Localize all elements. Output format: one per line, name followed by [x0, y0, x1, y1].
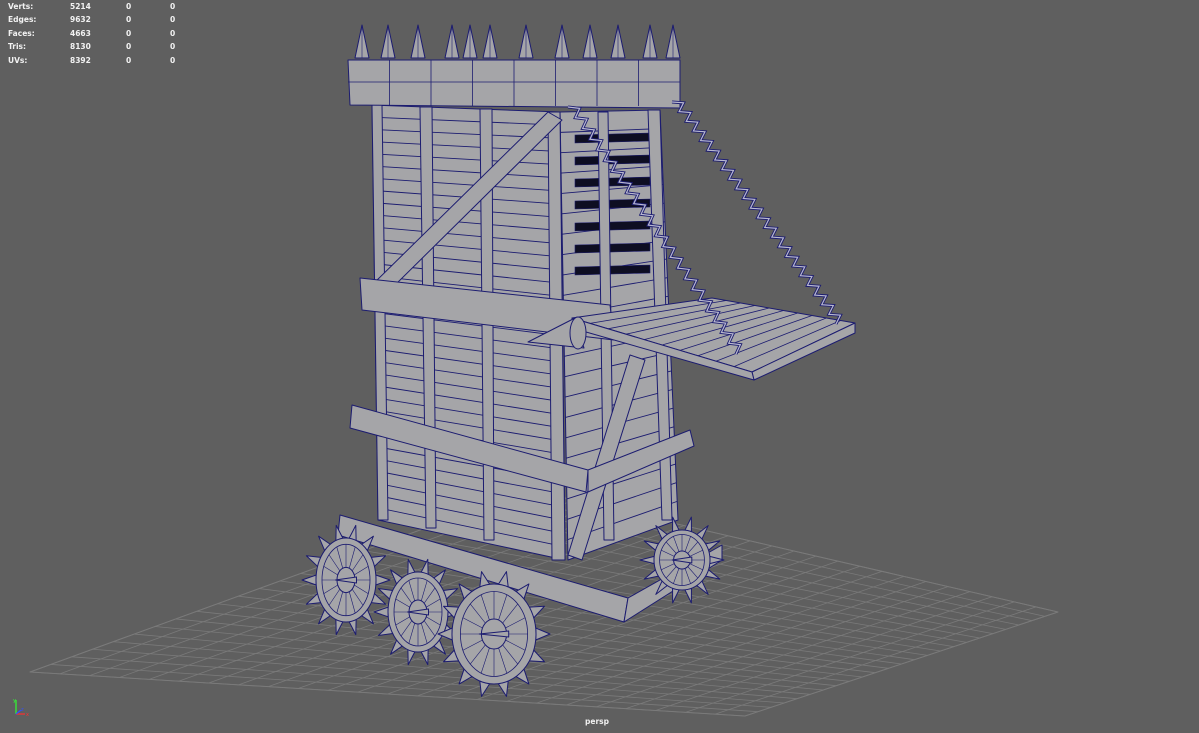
hud-value: 0 — [170, 2, 176, 11]
hud-row-edges: Edges: 9632 0 0 — [8, 13, 190, 26]
ram-hub — [569, 316, 587, 350]
plank-gap — [574, 154, 651, 166]
hud-value: 0 — [170, 55, 176, 65]
hud-label: Edges: — [8, 15, 37, 25]
plank-gap — [574, 132, 651, 144]
hud-value: 8130 — [70, 42, 91, 52]
hud-value: 8392 — [70, 55, 91, 65]
hud-label: Verts: — [8, 2, 34, 11]
hud-value: 0 — [126, 55, 132, 65]
hud-value: 0 — [126, 28, 132, 38]
hud-value: 4663 — [70, 28, 91, 38]
scene-canvas[interactable] — [0, 0, 1199, 733]
hud-value: 0 — [170, 42, 176, 52]
wheel-spike — [684, 516, 692, 533]
hud-value: 0 — [170, 15, 176, 25]
plank-gap — [574, 264, 651, 276]
plank-gap — [574, 220, 651, 232]
hud-label: Tris: — [8, 42, 27, 52]
hud-label: Faces: — [8, 28, 35, 38]
hud-value: 0 — [126, 15, 132, 25]
hud-value: 9632 — [70, 15, 91, 25]
axis-label-y: y — [13, 698, 16, 704]
plank-gap — [574, 176, 651, 188]
plank-gap — [574, 242, 651, 254]
axis-label-x: x — [26, 712, 29, 718]
axis-label-z: z — [21, 707, 24, 713]
perspective-viewport[interactable]: Verts: 5214 0 0 Edges: 9632 0 0 Faces: 4… — [0, 0, 1199, 733]
hud-value: 0 — [126, 2, 132, 11]
camera-label: persp — [585, 717, 609, 726]
axis-gizmo-icon: y z x — [13, 698, 29, 718]
hud-value: 0 — [126, 42, 132, 52]
hud-row-verts: Verts: 5214 0 0 — [8, 0, 190, 13]
hud-value: 0 — [170, 28, 176, 38]
hud-row-tris: Tris: 8130 0 0 — [8, 40, 190, 53]
hud-value: 5214 — [70, 2, 91, 11]
hud-row-uvs: UVs: 8392 0 0 — [8, 54, 190, 67]
hud-row-faces: Faces: 4663 0 0 — [8, 27, 190, 40]
hud-label: UVs: — [8, 55, 28, 65]
poly-count-hud: Verts: 5214 0 0 Edges: 9632 0 0 Faces: 4… — [8, 0, 190, 67]
